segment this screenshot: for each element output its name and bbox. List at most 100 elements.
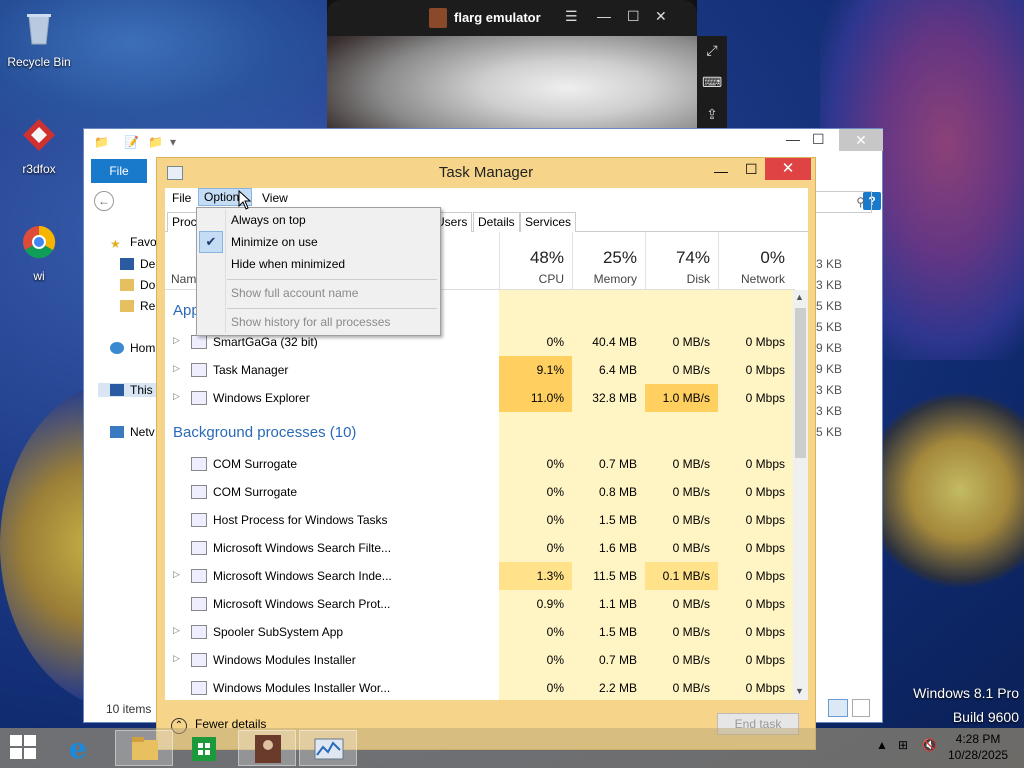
network-tray-icon[interactable]: ⊞	[898, 738, 908, 752]
process-cpu: 0%	[546, 541, 564, 555]
process-icon	[191, 391, 207, 405]
minimize-icon[interactable]: —	[714, 163, 728, 179]
table-row[interactable]: ▷ Windows Modules Installer 0% 0.7 MB 0 MB/s…	[165, 646, 793, 674]
explorer-file-tab[interactable]: File	[91, 159, 147, 183]
nav-item-favorites[interactable]: ★ Favo	[110, 235, 157, 251]
large-icons-view-icon[interactable]	[852, 699, 870, 717]
process-disk: 0 MB/s	[672, 597, 710, 611]
task-manager-titlebar[interactable]: Task Manager — ☐ ✕	[157, 158, 815, 188]
table-row[interactable]: ▷ Microsoft Windows Search Inde... 1.3% 11.…	[165, 562, 793, 590]
close-icon[interactable]: ✕	[655, 8, 667, 25]
maximize-icon[interactable]: ☐	[627, 8, 640, 25]
menu-file[interactable]: File	[167, 190, 196, 206]
process-mem: 1.1 MB	[598, 597, 637, 611]
close-button[interactable]: ✕	[765, 158, 811, 180]
process-disk: 0 MB/s	[672, 653, 710, 667]
system-clock[interactable]: 4:28 PM 10/28/2025	[948, 731, 1008, 763]
svg-text:e: e	[69, 732, 87, 765]
file-size: 9 KB	[816, 341, 843, 355]
expand-arrow-icon[interactable]: ▷	[173, 391, 180, 402]
explorer-minimize-icon[interactable]: —	[786, 131, 800, 147]
process-name: Host Process for Windows Tasks	[213, 513, 388, 527]
chrome-icon	[23, 225, 56, 259]
column-header-disk[interactable]: 74% Disk	[645, 232, 718, 292]
process-net: 0 Mbps	[745, 569, 785, 583]
menu-item-hide-when-minimized[interactable]: Hide when minimized	[231, 257, 345, 271]
explorer-close-button[interactable]: ✕	[839, 129, 883, 151]
checkmark-icon: ✔	[199, 231, 223, 253]
explorer-titlebar[interactable]: 📁 📝 📁 ▾ — ☐ ✕	[84, 129, 883, 155]
process-name: Windows Modules Installer	[213, 653, 356, 667]
show-hidden-icons[interactable]: ▲	[876, 738, 888, 752]
table-row[interactable]: COM Surrogate 0% 0.7 MB 0 MB/s 0 Mbps	[165, 450, 793, 478]
expand-arrow-icon[interactable]: ▷	[173, 335, 180, 346]
menu-item-minimize-on-use[interactable]: Minimize on use	[231, 235, 318, 249]
apk-icon[interactable]: ⇪	[702, 106, 722, 126]
taskbar-emulator[interactable]	[238, 730, 296, 766]
nav-item-network[interactable]: Netv	[110, 425, 155, 439]
table-row[interactable]: ▷ Windows Explorer 11.0% 32.8 MB 1.0 MB/s 0 M…	[165, 384, 793, 412]
background-section-header: Background processes (10)	[173, 424, 357, 441]
taskbar-store[interactable]	[176, 730, 234, 766]
vertical-scrollbar[interactable]: ▲ ▼	[793, 290, 808, 700]
details-view-icon[interactable]	[828, 699, 848, 717]
process-icon	[191, 569, 207, 583]
nav-item-recent[interactable]: Re	[120, 299, 155, 313]
desktop-icon-r3dfox[interactable]: r3dfox	[4, 115, 74, 176]
scroll-up-icon[interactable]: ▲	[795, 292, 804, 302]
table-row[interactable]: Windows Modules Installer Wor... 0% 2.2 MB…	[165, 674, 793, 700]
menu-view[interactable]: View	[257, 190, 293, 206]
column-header-network[interactable]: 0% Network	[718, 232, 793, 292]
table-row[interactable]: Microsoft Windows Search Filte... 0% 1.6 M…	[165, 534, 793, 562]
menu-item-always-on-top[interactable]: Always on top	[231, 213, 306, 227]
process-icon	[191, 335, 207, 349]
r3dfox-icon	[23, 119, 55, 151]
explorer-search-input[interactable]: ⚲	[812, 191, 872, 213]
back-arrow-icon[interactable]: ←	[94, 191, 114, 211]
keyboard-icon[interactable]: ⌨	[702, 74, 722, 94]
taskbar-task-manager[interactable]	[299, 730, 357, 766]
table-row[interactable]: Microsoft Windows Search Prot... 0.9% 1.1 …	[165, 590, 793, 618]
nav-item-downloads[interactable]: Do	[120, 278, 155, 292]
explorer-maximize-icon[interactable]: ☐	[812, 131, 825, 148]
desktop-icon-label: r3dfox	[22, 162, 56, 176]
table-row[interactable]: COM Surrogate 0% 0.8 MB 0 MB/s 0 Mbps	[165, 478, 793, 506]
expand-arrow-icon[interactable]: ▷	[173, 363, 180, 374]
table-row[interactable]: ▷ Task Manager 9.1% 6.4 MB 0 MB/s 0 Mbps	[165, 356, 793, 384]
maximize-icon[interactable]: ☐	[745, 161, 758, 178]
taskbar-file-explorer[interactable]	[115, 730, 173, 766]
scroll-down-icon[interactable]: ▼	[795, 686, 804, 696]
nav-item-desktop[interactable]: De	[120, 257, 155, 271]
column-header-name[interactable]: Nam	[171, 272, 196, 286]
fullscreen-icon[interactable]: ⤢	[702, 42, 722, 62]
menu-icon[interactable]: ☰	[565, 8, 578, 25]
menu-separator	[227, 308, 437, 309]
nav-item-this-pc[interactable]: This	[98, 383, 160, 397]
properties-icon[interactable]: 📝	[124, 135, 139, 149]
volume-muted-icon[interactable]: 🔇	[922, 738, 937, 752]
tab-details[interactable]: Details	[473, 212, 520, 232]
column-header-memory[interactable]: 25% Memory	[572, 232, 645, 292]
emulator-titlebar[interactable]: flarg emulator ☰ — ☐ ✕	[327, 0, 697, 36]
column-header-cpu[interactable]: 48% CPU	[499, 232, 572, 292]
process-net: 0 Mbps	[745, 457, 785, 471]
table-row[interactable]: Host Process for Windows Tasks 0% 1.5 MB 0 …	[165, 506, 793, 534]
minimize-icon[interactable]: —	[597, 8, 611, 24]
file-size: 3 KB	[816, 257, 843, 271]
scrollbar-thumb[interactable]	[795, 308, 806, 458]
nav-item-homegroup[interactable]: Hom	[110, 341, 155, 355]
process-cpu: 0%	[546, 335, 564, 349]
new-folder-icon[interactable]: 📁	[148, 135, 163, 149]
quick-access-chevron-icon[interactable]: ▾	[170, 135, 176, 149]
process-cpu: 11.0%	[530, 391, 564, 405]
tab-services[interactable]: Services	[520, 212, 577, 232]
expand-arrow-icon[interactable]: ▷	[173, 625, 180, 636]
expand-arrow-icon[interactable]: ▷	[173, 569, 180, 580]
expand-arrow-icon[interactable]: ▷	[173, 653, 180, 664]
table-row[interactable]: ▷ Spooler SubSystem App 0% 1.5 MB 0 MB/s 0 Mb…	[165, 618, 793, 646]
desktop-icon-chrome[interactable]: wi	[4, 222, 74, 283]
taskbar: e ▲ ⊞ 🔇 4:28 PM 10/28/2025	[0, 728, 1024, 768]
taskbar-internet-explorer[interactable]: e	[52, 730, 110, 766]
start-button[interactable]	[10, 735, 38, 761]
desktop-icon-recycle-bin[interactable]: Recycle Bin	[4, 8, 74, 69]
